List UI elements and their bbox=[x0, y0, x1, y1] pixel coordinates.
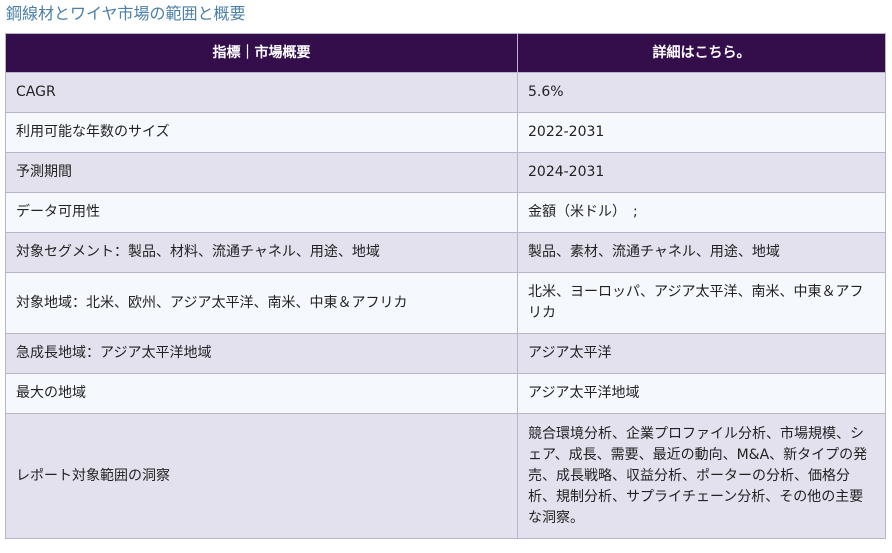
row-detail: 金額（米ドル） ; bbox=[517, 192, 886, 233]
market-scope-table: 指標｜市場概要 詳細はこちら。 CAGR 5.6% 利用可能な年数のサイズ 20… bbox=[5, 33, 886, 539]
header-metric: 指標｜市場概要 bbox=[5, 33, 518, 73]
row-detail: 北米、ヨーロッパ、アジア太平洋、南米、中東＆アフリカ bbox=[517, 272, 886, 334]
row-detail: 2024-2031 bbox=[517, 152, 886, 193]
row-detail: 製品、素材、流通チャネル、用途、地域 bbox=[517, 232, 886, 273]
table-row: レポート対象範囲の洞察 競合環境分析、企業プロファイル分析、市場規模、シェア、成… bbox=[5, 413, 886, 539]
table-row: 最大の地域 アジア太平洋地域 bbox=[5, 373, 886, 414]
table-header-row: 指標｜市場概要 詳細はこちら。 bbox=[5, 33, 886, 73]
row-metric: 対象セグメント：製品、材料、流通チャネル、用途、地域 bbox=[5, 232, 518, 273]
table-row: 利用可能な年数のサイズ 2022-2031 bbox=[5, 112, 886, 153]
row-metric: 急成長地域：アジア太平洋地域 bbox=[5, 333, 518, 374]
table-row: 急成長地域：アジア太平洋地域 アジア太平洋 bbox=[5, 333, 886, 374]
table-row: CAGR 5.6% bbox=[5, 72, 886, 113]
row-detail: 競合環境分析、企業プロファイル分析、市場規模、シェア、成長、需要、最近の動向、M… bbox=[517, 413, 886, 539]
table-row: 予測期間 2024-2031 bbox=[5, 152, 886, 193]
row-detail: 2022-2031 bbox=[517, 112, 886, 153]
row-metric: 予測期間 bbox=[5, 152, 518, 193]
table-row: データ可用性 金額（米ドル） ; bbox=[5, 192, 886, 233]
row-detail: 5.6% bbox=[517, 72, 886, 113]
table-row: 対象セグメント：製品、材料、流通チャネル、用途、地域 製品、素材、流通チャネル、… bbox=[5, 232, 886, 273]
page-title: 鋼線材とワイヤ市場の範囲と概要 bbox=[6, 4, 246, 23]
row-metric: データ可用性 bbox=[5, 192, 518, 233]
row-metric: 利用可能な年数のサイズ bbox=[5, 112, 518, 153]
row-detail: アジア太平洋 bbox=[517, 333, 886, 374]
header-detail: 詳細はこちら。 bbox=[517, 33, 886, 73]
row-metric: レポート対象範囲の洞察 bbox=[5, 413, 518, 539]
row-metric: CAGR bbox=[5, 72, 518, 113]
table-row: 対象地域：北米、欧州、アジア太平洋、南米、中東＆アフリカ 北米、ヨーロッパ、アジ… bbox=[5, 272, 886, 334]
row-metric: 最大の地域 bbox=[5, 373, 518, 414]
row-metric: 対象地域：北米、欧州、アジア太平洋、南米、中東＆アフリカ bbox=[5, 272, 518, 334]
row-detail: アジア太平洋地域 bbox=[517, 373, 886, 414]
